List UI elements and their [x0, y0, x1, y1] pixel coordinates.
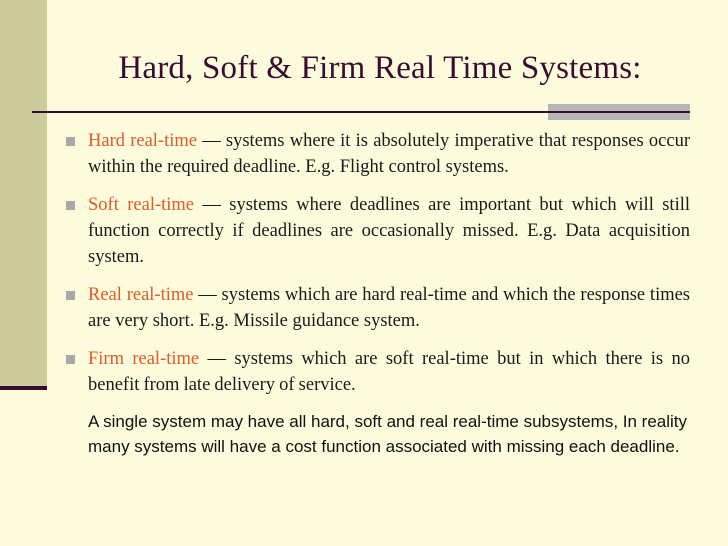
title-divider-rule [32, 111, 690, 113]
bullet-lead-in: Hard real-time [88, 131, 197, 151]
square-bullet-icon [66, 137, 75, 146]
square-bullet-icon [66, 201, 75, 210]
bullet-lead-in: Firm real-time [88, 349, 200, 369]
bullet-text: Firm real-time — systems which are soft … [88, 346, 690, 398]
list-item: Real real-time — systems which are hard … [60, 282, 690, 334]
closing-paragraph: A single system may have all hard, soft … [88, 412, 688, 456]
left-accent-band-underline [0, 386, 47, 390]
slide-canvas: Hard, Soft & Firm Real Time Systems: Har… [0, 0, 728, 546]
bullet-text: Hard real-time — systems where it is abs… [88, 128, 690, 180]
square-bullet-icon [66, 291, 75, 300]
bullet-text: Soft real-time — systems where deadlines… [88, 192, 690, 270]
list-item: Soft real-time — systems where deadlines… [60, 192, 690, 270]
bullet-lead-in: Soft real-time [88, 195, 194, 215]
list-item: Firm real-time — systems which are soft … [60, 346, 690, 398]
bullet-lead-in: Real real-time [88, 285, 194, 305]
left-accent-band [0, 0, 47, 386]
page-title: Hard, Soft & Firm Real Time Systems: [118, 50, 642, 86]
square-bullet-icon [66, 355, 75, 364]
list-item: Hard real-time — systems where it is abs… [60, 128, 690, 180]
bullet-text: Real real-time — systems which are hard … [88, 282, 690, 334]
slide-body: Hard real-time — systems where it is abs… [60, 128, 690, 459]
